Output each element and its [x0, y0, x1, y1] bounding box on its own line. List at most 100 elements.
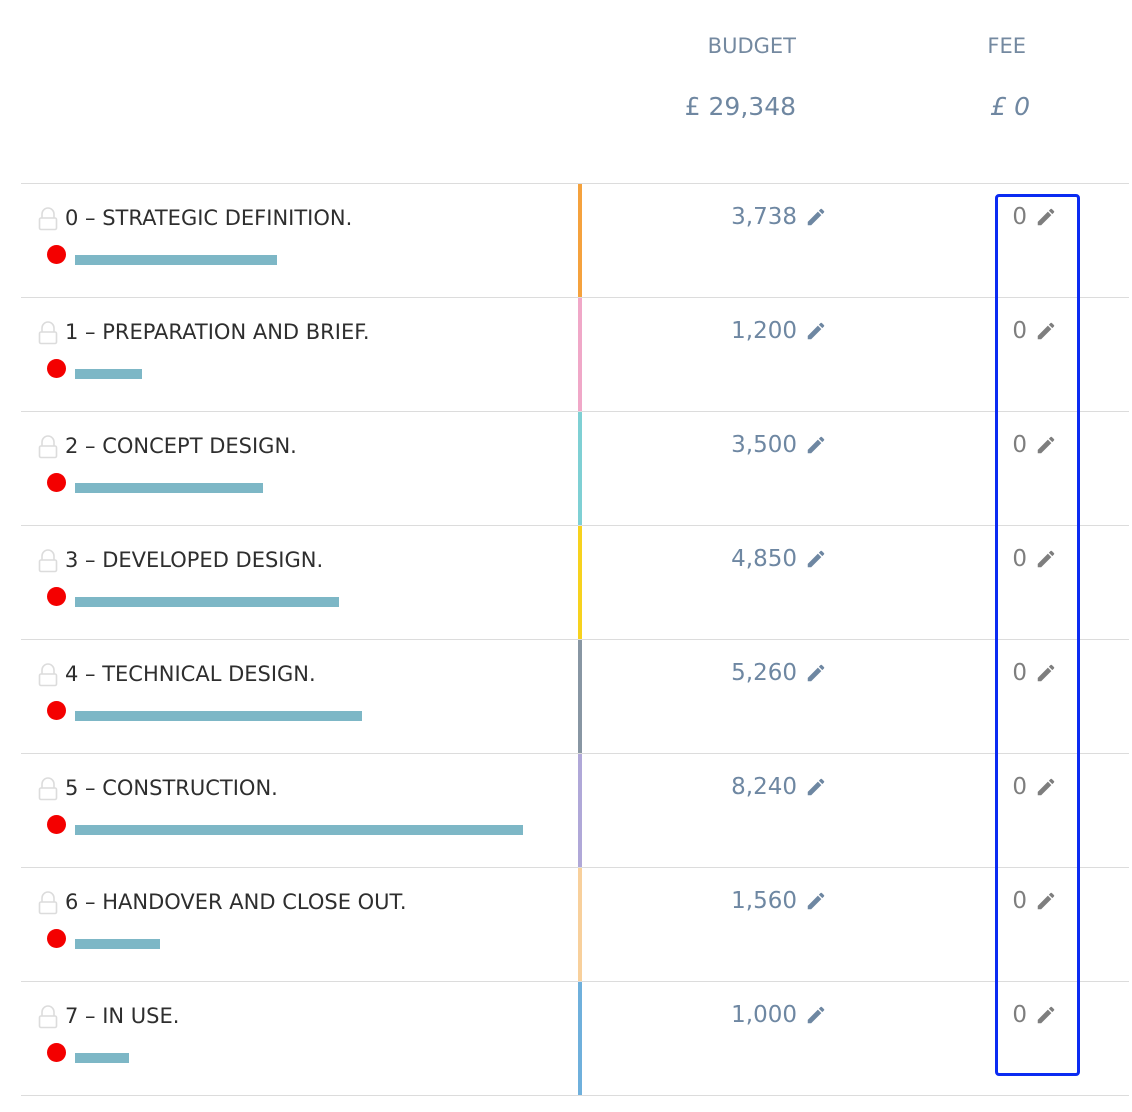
phase-row: 3 – DEVELOPED DESIGN. 4,850 0: [21, 526, 1129, 640]
lock-icon[interactable]: [38, 891, 58, 915]
pencil-icon[interactable]: [805, 320, 827, 342]
budget-column-header: BUDGET: [707, 34, 796, 58]
phase-progress-bar: [75, 369, 142, 379]
lock-icon[interactable]: [38, 207, 58, 231]
budget-value: 1,560: [731, 888, 797, 914]
pencil-icon[interactable]: [805, 890, 827, 912]
budget-cell[interactable]: 3,500: [731, 432, 827, 458]
phase-row: 7 – IN USE. 1,000 0: [21, 982, 1129, 1096]
status-dot: [47, 473, 66, 492]
phase-color-stripe: [578, 868, 582, 981]
pencil-icon[interactable]: [1035, 1004, 1057, 1026]
fee-value: 0: [1012, 888, 1027, 914]
fee-cell[interactable]: 0: [1012, 546, 1057, 572]
budget-value: 3,500: [731, 432, 797, 458]
lock-icon[interactable]: [38, 777, 58, 801]
phase-name: 0 – STRATEGIC DEFINITION.: [65, 206, 353, 230]
pencil-icon[interactable]: [1035, 548, 1057, 570]
phase-progress-bar: [75, 1053, 129, 1063]
budget-value: 1,000: [731, 1002, 797, 1028]
budget-cell[interactable]: 1,000: [731, 1002, 827, 1028]
fee-value: 0: [1012, 318, 1027, 344]
pencil-icon[interactable]: [1035, 776, 1057, 798]
fee-cell[interactable]: 0: [1012, 318, 1057, 344]
phase-progress-bar: [75, 939, 160, 949]
pencil-icon[interactable]: [805, 434, 827, 456]
status-dot: [47, 929, 66, 948]
phase-row: 4 – TECHNICAL DESIGN. 5,260 0: [21, 640, 1129, 754]
budget-cell[interactable]: 3,738: [731, 204, 827, 230]
phase-color-stripe: [578, 298, 582, 411]
lock-icon[interactable]: [38, 321, 58, 345]
fee-cell[interactable]: 0: [1012, 660, 1057, 686]
fee-cell[interactable]: 0: [1012, 204, 1057, 230]
status-dot: [47, 587, 66, 606]
phase-name: 1 – PREPARATION AND BRIEF.: [65, 320, 370, 344]
fee-cell[interactable]: 0: [1012, 774, 1057, 800]
budget-value: 5,260: [731, 660, 797, 686]
budget-value: 4,850: [731, 546, 797, 572]
phase-progress-bar: [75, 825, 523, 835]
phase-name: 6 – HANDOVER AND CLOSE OUT.: [65, 890, 407, 914]
status-dot: [47, 701, 66, 720]
pencil-icon[interactable]: [1035, 206, 1057, 228]
status-dot: [47, 359, 66, 378]
budget-cell[interactable]: 1,560: [731, 888, 827, 914]
pencil-icon[interactable]: [805, 206, 827, 228]
status-dot: [47, 815, 66, 834]
budget-cell[interactable]: 8,240: [731, 774, 827, 800]
fee-value: 0: [1012, 1002, 1027, 1028]
lock-icon[interactable]: [38, 1005, 58, 1029]
phase-row: 1 – PREPARATION AND BRIEF. 1,200 0: [21, 298, 1129, 412]
budget-value: 1,200: [731, 318, 797, 344]
pencil-icon[interactable]: [805, 662, 827, 684]
phase-color-stripe: [578, 982, 582, 1095]
phase-progress-bar: [75, 483, 263, 493]
phase-progress-bar: [75, 255, 277, 265]
status-dot: [47, 1043, 66, 1062]
fee-total: £ 0: [990, 92, 1030, 121]
budget-cell[interactable]: 5,260: [731, 660, 827, 686]
phase-color-stripe: [578, 640, 582, 753]
pencil-icon[interactable]: [1035, 434, 1057, 456]
phase-name: 2 – CONCEPT DESIGN.: [65, 434, 297, 458]
phase-progress-bar: [75, 597, 339, 607]
fee-value: 0: [1012, 660, 1027, 686]
fee-value: 0: [1012, 774, 1027, 800]
pencil-icon[interactable]: [805, 1004, 827, 1026]
lock-icon[interactable]: [38, 663, 58, 687]
pencil-icon[interactable]: [1035, 890, 1057, 912]
fee-value: 0: [1012, 204, 1027, 230]
pencil-icon[interactable]: [1035, 320, 1057, 342]
fee-cell[interactable]: 0: [1012, 1002, 1057, 1028]
phase-color-stripe: [578, 412, 582, 525]
phase-color-stripe: [578, 526, 582, 639]
budget-cell[interactable]: 1,200: [731, 318, 827, 344]
phase-name: 4 – TECHNICAL DESIGN.: [65, 662, 316, 686]
phase-color-stripe: [578, 184, 582, 297]
lock-icon[interactable]: [38, 435, 58, 459]
status-dot: [47, 245, 66, 264]
pencil-icon[interactable]: [805, 548, 827, 570]
phase-name: 7 – IN USE.: [65, 1004, 180, 1028]
pencil-icon[interactable]: [805, 776, 827, 798]
fee-column-header: FEE: [987, 34, 1026, 58]
phase-row: 5 – CONSTRUCTION. 8,240 0: [21, 754, 1129, 868]
lock-icon[interactable]: [38, 549, 58, 573]
budget-total: £ 29,348: [684, 92, 796, 121]
fee-cell[interactable]: 0: [1012, 432, 1057, 458]
fee-value: 0: [1012, 546, 1027, 572]
phase-row: 0 – STRATEGIC DEFINITION. 3,738 0: [21, 184, 1129, 298]
phase-row: 6 – HANDOVER AND CLOSE OUT. 1,560 0: [21, 868, 1129, 982]
phase-name: 5 – CONSTRUCTION.: [65, 776, 278, 800]
fee-cell[interactable]: 0: [1012, 888, 1057, 914]
phase-row: 2 – CONCEPT DESIGN. 3,500 0: [21, 412, 1129, 526]
fee-value: 0: [1012, 432, 1027, 458]
pencil-icon[interactable]: [1035, 662, 1057, 684]
phase-name: 3 – DEVELOPED DESIGN.: [65, 548, 324, 572]
phase-progress-bar: [75, 711, 362, 721]
budget-value: 8,240: [731, 774, 797, 800]
phase-list: 0 – STRATEGIC DEFINITION. 3,738 0 1 – PR…: [21, 183, 1129, 1096]
phase-color-stripe: [578, 754, 582, 867]
budget-cell[interactable]: 4,850: [731, 546, 827, 572]
